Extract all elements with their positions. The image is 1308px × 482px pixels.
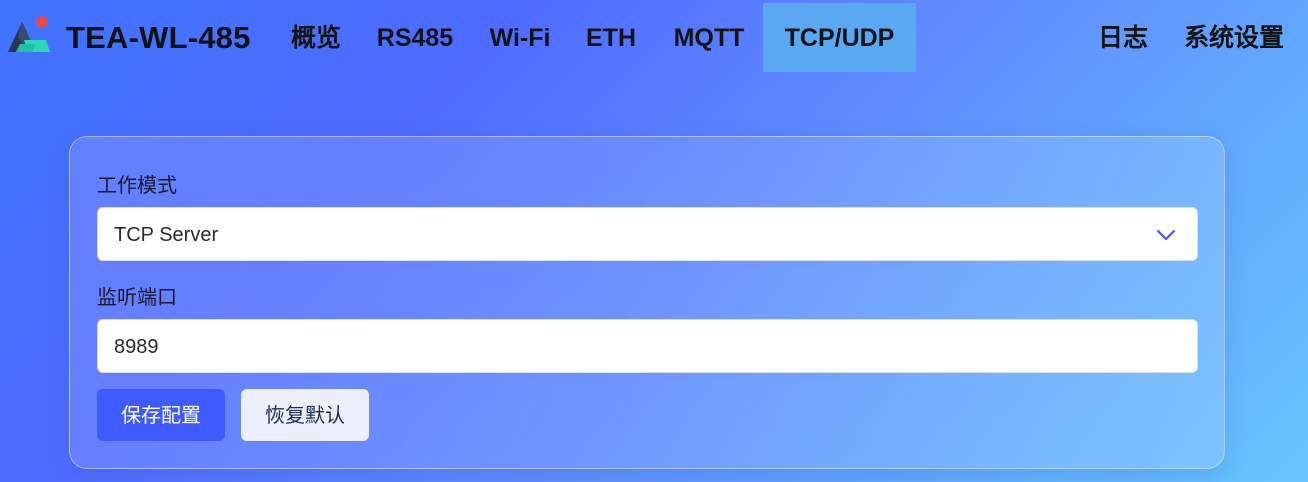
- nav-item-overview[interactable]: 概览: [288, 3, 344, 72]
- brand-logo-icon[interactable]: [6, 14, 52, 54]
- work-mode-selected-value: TCP Server: [114, 224, 219, 246]
- nav-item-wifi[interactable]: Wi-Fi: [485, 3, 555, 72]
- nav-item-mqtt[interactable]: MQTT: [668, 3, 750, 72]
- listen-port-label: 监听端口: [97, 285, 177, 309]
- listen-port-input[interactable]: 8989: [97, 319, 1198, 373]
- work-mode-label: 工作模式: [97, 173, 177, 197]
- brand-name[interactable]: TEA-WL-485: [66, 0, 251, 72]
- listen-port-value: 8989: [114, 336, 159, 358]
- save-config-button[interactable]: 保存配置: [97, 389, 225, 441]
- nav-item-eth[interactable]: ETH: [583, 3, 639, 72]
- nav-item-tcp-udp[interactable]: TCP/UDP: [763, 3, 916, 72]
- top-navbar: TEA-WL-485 概览 RS485 Wi-Fi ETH MQTT TCP/U…: [0, 0, 1308, 72]
- restore-defaults-button[interactable]: 恢复默认: [241, 389, 369, 441]
- work-mode-select[interactable]: TCP Server: [97, 207, 1198, 261]
- nav-item-rs485[interactable]: RS485: [372, 3, 458, 72]
- nav-item-logs[interactable]: 日志: [1094, 3, 1152, 72]
- tcp-udp-config-card: 工作模式 TCP Server 监听端口 8989 保存配置 恢复默认: [69, 136, 1225, 469]
- nav-item-system-settings[interactable]: 系统设置: [1178, 3, 1290, 72]
- chevron-down-icon: [1156, 229, 1176, 241]
